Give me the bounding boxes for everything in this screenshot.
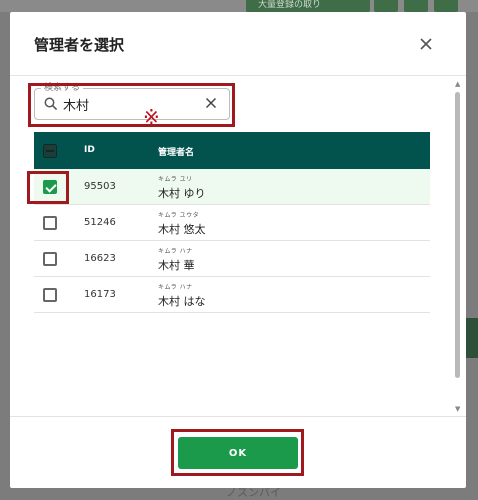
admin-name: 木村 悠太 [158,223,206,236]
table-header: ID 管理者名 [34,132,430,169]
background-icon-button [374,0,398,12]
dialog-footer: OK [10,416,466,488]
close-icon [420,38,432,50]
scrollbar-thumb[interactable] [455,92,460,378]
column-header-id: ID [84,145,95,155]
background-icon-button [404,0,428,12]
row-checkbox[interactable] [43,216,57,230]
table-row[interactable]: 16623 キムラ ハナ 木村 華 [34,241,430,277]
scroll-down-arrow-icon[interactable]: ▼ [455,405,460,413]
admin-name-kana: キムラ ユウタ [158,212,200,219]
admin-id: 16173 [84,289,116,300]
admin-name-kana: キムラ ハナ [158,284,193,291]
admin-name: 木村 はな [158,295,206,308]
search-icon [44,97,58,111]
admin-name: 木村 華 [158,259,195,272]
admin-name-kana: キムラ ユリ [158,176,193,183]
row-checkbox[interactable] [43,180,57,194]
column-header-admin-name: 管理者名 [158,148,195,158]
scroll-up-arrow-icon[interactable]: ▲ [455,80,460,88]
background-sidebar-fragment [466,318,478,358]
dialog-body: 検索する ※ ID 管理者名 95503 [10,76,466,416]
ok-button[interactable]: OK [178,437,298,469]
dialog-header: 管理者を選択 [10,12,466,76]
admin-name: 木村 ゆり [158,187,206,200]
admin-id: 51246 [84,217,116,228]
background-icon-button [434,0,458,12]
clear-icon[interactable] [205,97,217,109]
search-field[interactable]: 検索する ※ [34,82,230,128]
search-input[interactable] [63,95,203,113]
table-row[interactable]: 51246 キムラ ユウタ 木村 悠太 [34,205,430,241]
annotation-mark: ※ [143,105,160,129]
scrollbar[interactable]: ▲ ▼ [453,80,463,416]
admin-id: 95503 [84,181,116,192]
admin-id: 16623 [84,253,116,264]
search-field-label: 検索する [41,82,84,94]
dialog-title: 管理者を選択 [34,36,125,54]
row-checkbox[interactable] [43,252,57,266]
table-row[interactable]: 95503 キムラ ユリ 木村 ゆり [34,169,430,205]
select-all-checkbox-icon[interactable] [43,144,57,158]
admin-table: ID 管理者名 95503 キムラ ユリ 木村 ゆり 51246 キムラ ユウタ… [34,132,430,313]
admin-name-kana: キムラ ハナ [158,248,193,255]
close-button[interactable] [414,32,438,56]
select-admin-dialog: 管理者を選択 検索する ※ I [10,12,466,488]
row-checkbox[interactable] [43,288,57,302]
table-row[interactable]: 16173 キムラ ハナ 木村 はな [34,277,430,313]
